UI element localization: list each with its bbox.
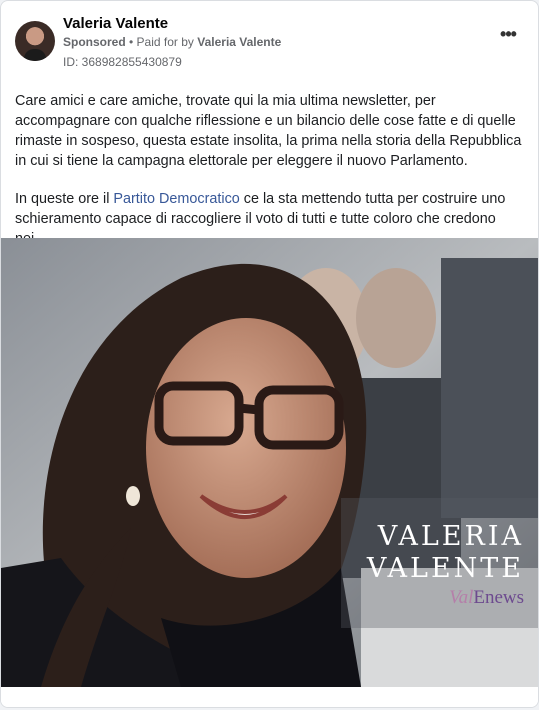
ad-image[interactable]: VALERIA VALENTE ValEnews (1, 238, 538, 687)
portrait-photo (1, 238, 538, 687)
overlay-first-name: VALERIA (377, 521, 524, 552)
ad-id: ID: 368982855430879 (63, 55, 182, 69)
separator: • (125, 35, 137, 49)
more-horizontal-icon: ••• (500, 24, 517, 44)
page-name[interactable]: Valeria Valente (63, 15, 168, 32)
valenews-logo: ValEnews (449, 587, 524, 609)
overlay-last-name: VALENTE (366, 553, 524, 584)
card-footer (1, 687, 538, 707)
more-options-button[interactable]: ••• (496, 25, 520, 45)
paragraph-2-before: In queste ore il (15, 191, 114, 207)
paid-for-prefix: Paid for by (136, 35, 198, 49)
ad-card: Valeria Valente Sponsored • Paid for by … (0, 0, 539, 708)
body-paragraph-1: Care amici e care amiche, trovate qui la… (15, 93, 522, 169)
valenews-suffix: Enews (473, 587, 524, 608)
partito-democratico-link[interactable]: Partito Democratico (113, 191, 239, 207)
valenews-prefix: Val (449, 587, 474, 608)
paid-for-name: Valeria Valente (197, 35, 282, 49)
sponsored-label: Sponsored (63, 35, 126, 49)
post-header: Valeria Valente Sponsored • Paid for by … (15, 15, 524, 75)
sponsored-line: Sponsored • Paid for by Valeria Valente (63, 35, 281, 49)
avatar[interactable] (15, 21, 55, 61)
